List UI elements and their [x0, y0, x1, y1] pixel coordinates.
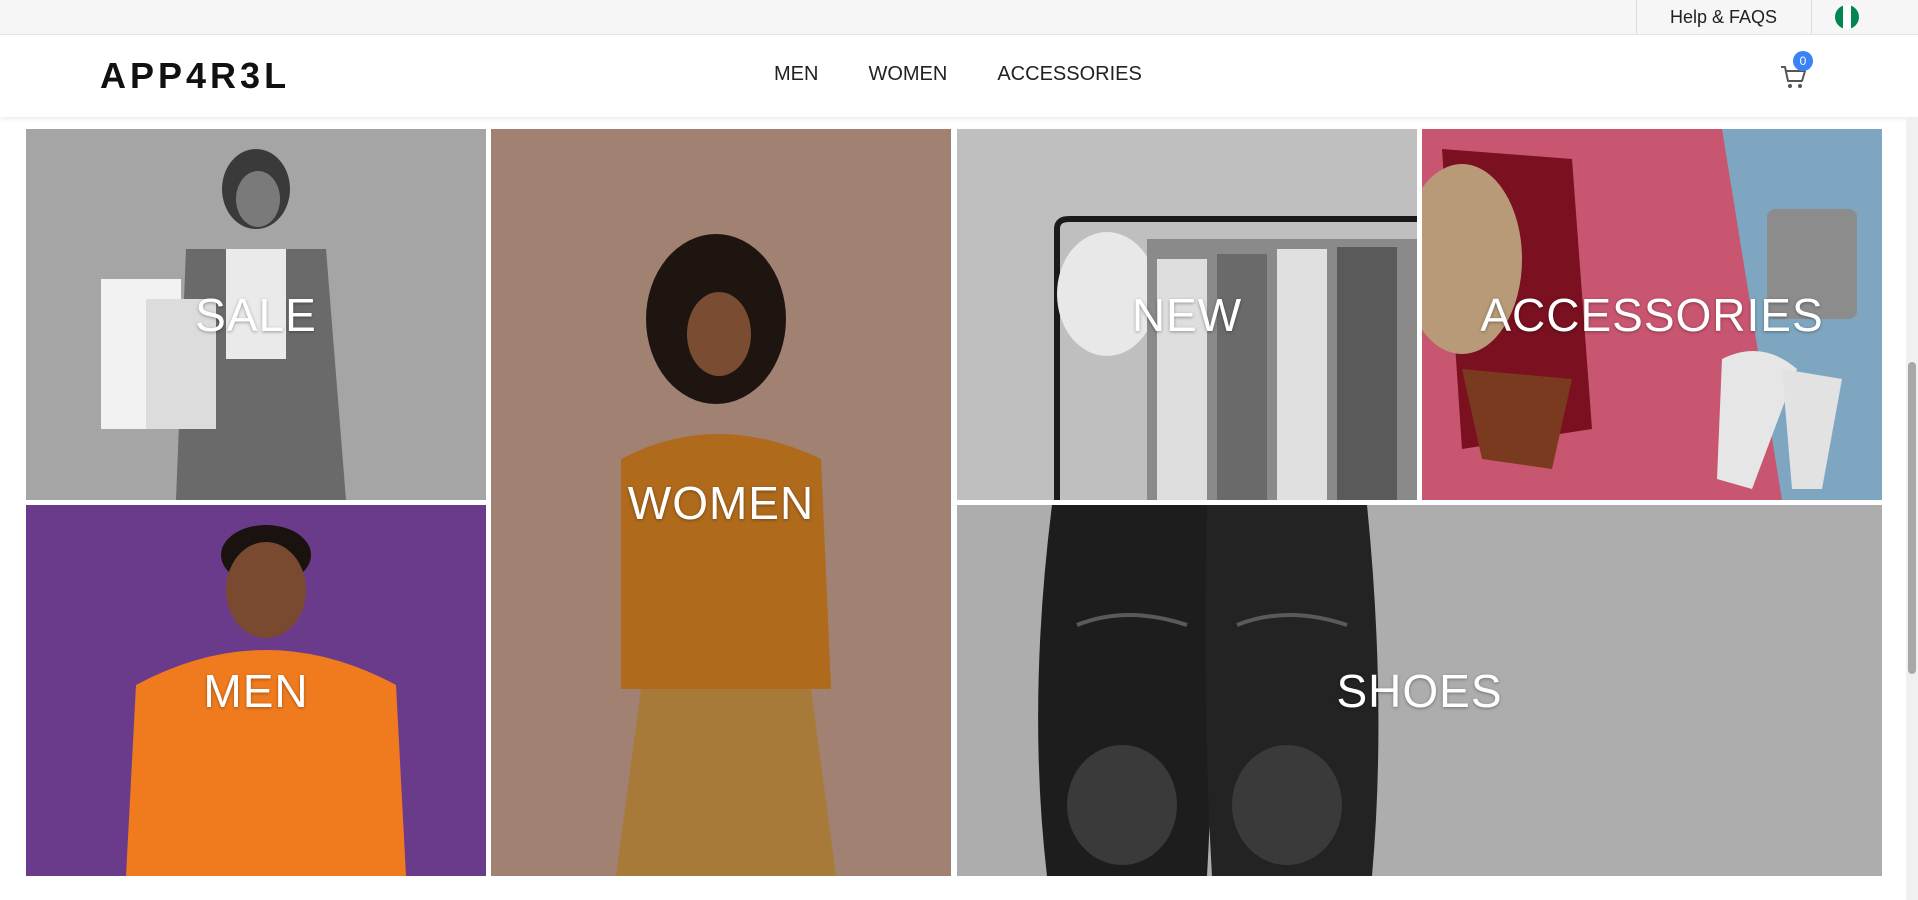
- cart-count-badge: 0: [1793, 51, 1813, 71]
- category-tile-new[interactable]: NEW: [957, 129, 1417, 500]
- category-label: NEW: [1131, 288, 1243, 341]
- category-tile-men[interactable]: MEN: [26, 505, 486, 876]
- category-tile-sale[interactable]: SALE: [26, 129, 486, 500]
- category-label: SHOES: [1336, 664, 1503, 717]
- category-label: SALE: [195, 288, 317, 341]
- site-logo[interactable]: APP4R3L: [100, 55, 290, 97]
- site-header: APP4R3L MEN WOMEN ACCESSORIES 0: [0, 35, 1918, 117]
- category-tile-accessories[interactable]: ACCESSORIES: [1422, 129, 1882, 500]
- nav-men[interactable]: MEN: [774, 63, 818, 86]
- language-selector[interactable]: [1812, 0, 1882, 34]
- main-nav: MEN WOMEN ACCESSORIES: [774, 63, 1192, 86]
- category-label: ACCESSORIES: [1480, 288, 1824, 341]
- nav-women[interactable]: WOMEN: [868, 63, 947, 86]
- category-tile-shoes[interactable]: SHOES: [957, 505, 1882, 876]
- nigeria-flag-icon: [1835, 5, 1859, 29]
- nav-accessories[interactable]: ACCESSORIES: [997, 63, 1141, 86]
- help-faqs-link[interactable]: Help & FAQS: [1637, 0, 1810, 34]
- category-label: WOMEN: [627, 476, 815, 529]
- category-label: MEN: [203, 664, 309, 717]
- top-bar: Help & FAQS: [0, 0, 1918, 35]
- category-tile-women[interactable]: WOMEN: [491, 129, 951, 876]
- page-scrollbar-thumb[interactable]: [1908, 362, 1916, 674]
